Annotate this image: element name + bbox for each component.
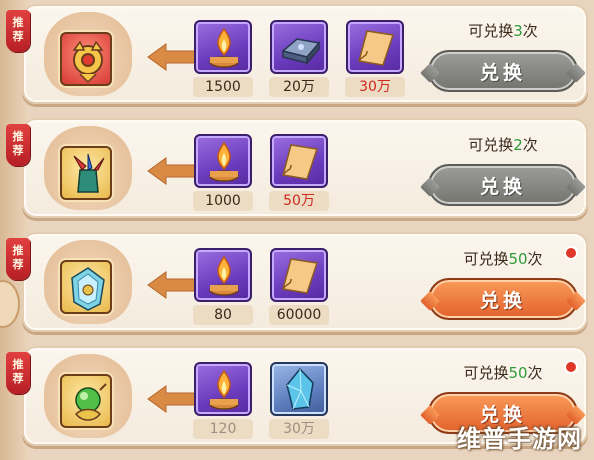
recommend-badge: 推荐 <box>6 124 30 166</box>
cost-quantity: 30万 <box>345 77 405 97</box>
cost-item[interactable]: 30万 <box>344 20 406 100</box>
blue-crystal-icon <box>270 362 328 416</box>
remaining-count: 可兑换3次 <box>468 22 538 40</box>
crystal-mirror-icon[interactable] <box>60 260 112 314</box>
reward-pack[interactable] <box>38 10 138 98</box>
paper-scroll-icon <box>270 248 328 302</box>
remaining-count: 可兑换50次 <box>463 364 543 382</box>
cost-quantity: 120 <box>193 419 253 439</box>
exchange-row: 推荐 80 60000 可兑换50次 兑换 <box>6 232 588 332</box>
remaining-count: 可兑换50次 <box>463 250 543 268</box>
paper-scroll-icon <box>346 20 404 74</box>
candle-flame-icon <box>194 134 252 188</box>
cost-quantity: 30万 <box>269 419 329 439</box>
candle-flame-icon <box>194 362 252 416</box>
cost-item[interactable]: 1500 <box>192 20 254 100</box>
notification-dot <box>564 360 578 374</box>
exchange-button[interactable]: 兑换 <box>420 278 586 320</box>
exchange-button[interactable]: 兑换 <box>420 164 586 206</box>
reward-pack[interactable] <box>38 124 138 212</box>
watermark-text: 维普手游网 <box>457 425 582 453</box>
exchange-row: 推荐 1000 50万 可兑换2次 兑换 <box>6 118 588 218</box>
red-mask-ornament-icon[interactable] <box>60 32 112 86</box>
green-orb-ornament-icon[interactable] <box>60 374 112 428</box>
exchange-button[interactable]: 兑换 <box>420 50 586 92</box>
recommend-badge: 推荐 <box>6 352 30 394</box>
recommend-badge: 推荐 <box>6 10 30 52</box>
cost-item[interactable]: 120 <box>192 362 254 442</box>
cost-quantity: 1000 <box>193 191 253 211</box>
cost-item[interactable]: 20万 <box>268 20 330 100</box>
cost-item[interactable]: 60000 <box>268 248 330 328</box>
iron-ingot-icon <box>270 20 328 74</box>
candle-flame-icon <box>194 20 252 74</box>
paper-scroll-icon <box>270 134 328 188</box>
cost-item[interactable]: 80 <box>192 248 254 328</box>
recommend-badge: 推荐 <box>6 238 30 280</box>
cost-item[interactable]: 1000 <box>192 134 254 214</box>
exchange-row: 推荐 1500 20万 30万 可兑换3次 兑换 <box>6 4 588 104</box>
reward-pack[interactable] <box>38 352 138 440</box>
candle-flame-icon <box>194 248 252 302</box>
feather-bundle-icon[interactable] <box>60 146 112 200</box>
reward-pack[interactable] <box>38 238 138 326</box>
cost-quantity: 50万 <box>269 191 329 211</box>
cost-quantity: 60000 <box>269 305 329 325</box>
notification-dot <box>564 246 578 260</box>
cost-quantity: 20万 <box>269 77 329 97</box>
cost-item[interactable]: 30万 <box>268 362 330 442</box>
cost-quantity: 1500 <box>193 77 253 97</box>
remaining-count: 可兑换2次 <box>468 136 538 154</box>
cost-quantity: 80 <box>193 305 253 325</box>
cost-item[interactable]: 50万 <box>268 134 330 214</box>
